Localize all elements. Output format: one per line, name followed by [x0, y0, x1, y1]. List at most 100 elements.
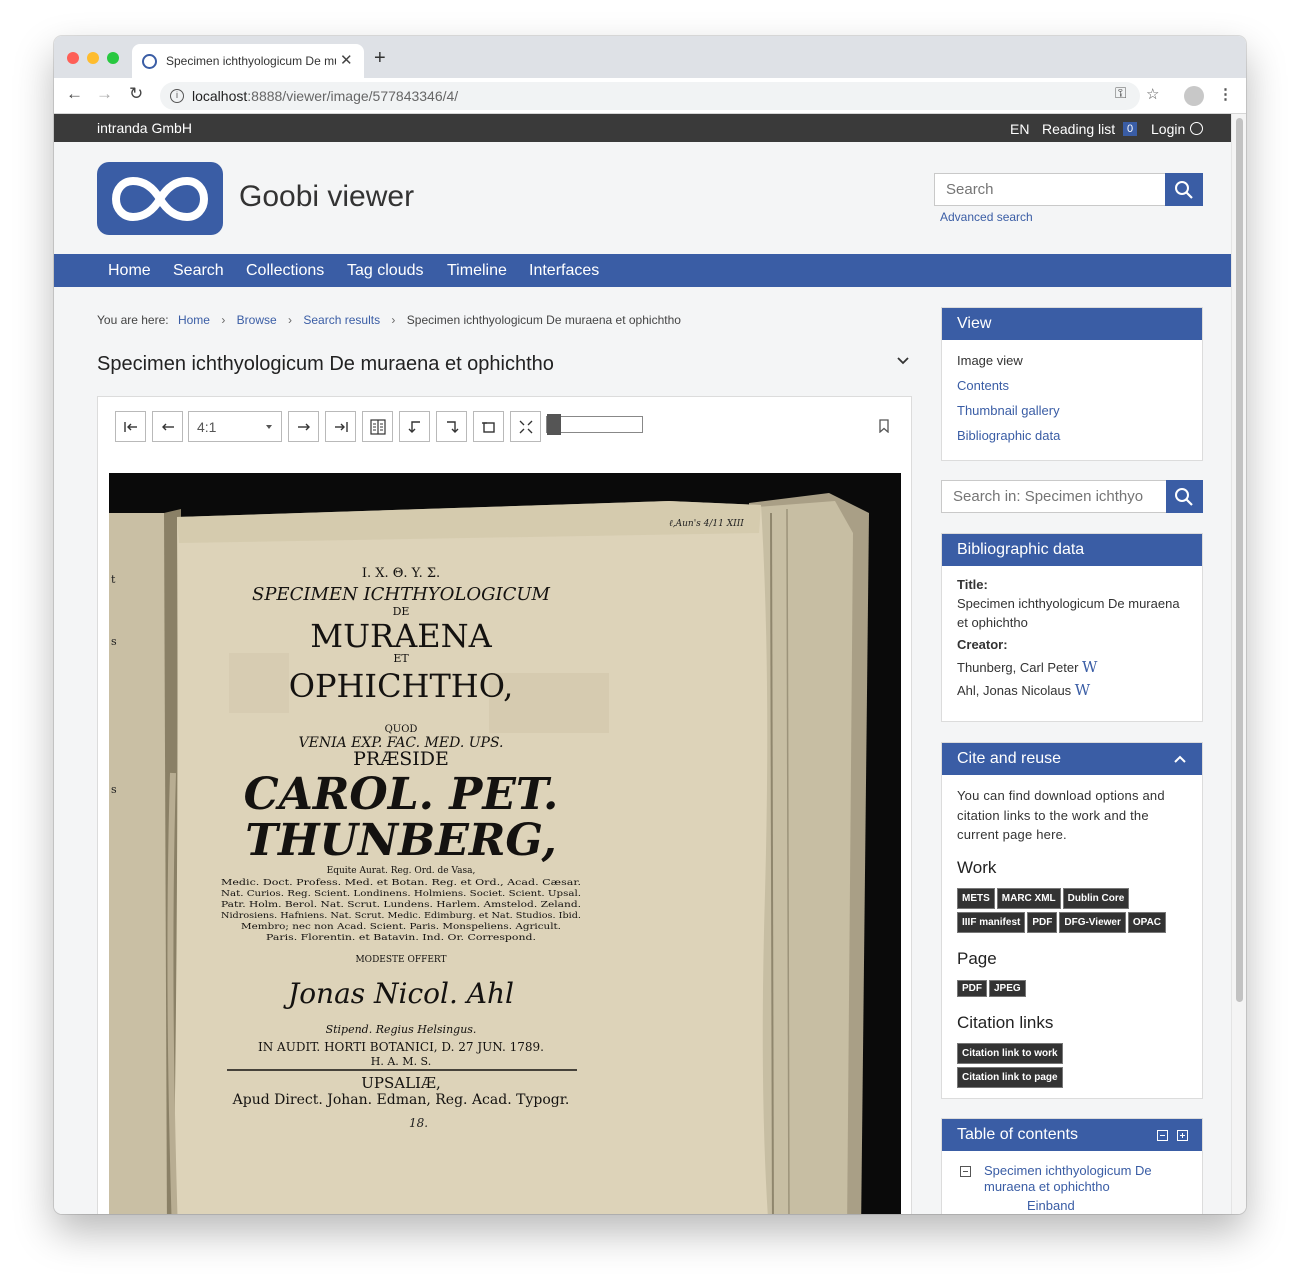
- nav-home[interactable]: Home: [108, 262, 151, 280]
- zoom-select[interactable]: 4:1: [188, 411, 282, 442]
- site-info-icon[interactable]: i: [170, 89, 184, 103]
- advanced-search-link[interactable]: Advanced search: [940, 210, 1033, 224]
- toc-collapse-icon[interactable]: [960, 1166, 971, 1177]
- view-widget-title: View: [942, 308, 1202, 340]
- zoom-slider[interactable]: [546, 414, 643, 435]
- reading-list-link[interactable]: Reading list: [1042, 121, 1115, 137]
- reset-view-button[interactable]: [473, 411, 504, 442]
- site-header: Goobi viewer Advanced search: [54, 142, 1231, 254]
- cite-reuse-widget-title[interactable]: Cite and reuse: [942, 743, 1202, 775]
- citation-link-page-tag[interactable]: Citation link to page: [957, 1066, 1063, 1088]
- tab-close-icon[interactable]: ✕: [340, 51, 353, 69]
- close-window-button[interactable]: [67, 52, 79, 64]
- scan-line-11: THUNBERG,: [245, 815, 557, 866]
- wikipedia-icon[interactable]: W: [1075, 681, 1090, 699]
- chevron-up-icon[interactable]: [1174, 755, 1186, 763]
- cite-intro-text: You can find download options and citati…: [957, 788, 1165, 842]
- site-title[interactable]: Goobi viewer: [239, 180, 414, 214]
- forward-arrow-icon[interactable]: →: [96, 84, 113, 104]
- language-switch[interactable]: EN: [1010, 121, 1029, 137]
- back-arrow-icon[interactable]: ←: [66, 84, 83, 104]
- bibliographic-widget-title: Bibliographic data: [942, 534, 1202, 566]
- bookmark-icon[interactable]: [878, 419, 890, 433]
- page-scrollbar[interactable]: [1231, 114, 1246, 1214]
- fullscreen-button[interactable]: [510, 411, 541, 442]
- next-page-button[interactable]: [288, 411, 319, 442]
- opac-tag[interactable]: OPAC: [1127, 911, 1167, 933]
- download-marcxml-tag[interactable]: MARC XML: [996, 887, 1061, 909]
- nav-timeline[interactable]: Timeline: [447, 262, 507, 280]
- nav-search[interactable]: Search: [173, 262, 224, 280]
- biblio-creator-2: Ahl, Jonas Nicolaus: [957, 683, 1072, 698]
- arrow-right-icon: [298, 423, 310, 431]
- scan-line-22: IN AUDIT. HORTI BOTANICI, D. 27 JUN. 178…: [258, 1040, 544, 1054]
- user-icon[interactable]: [1190, 122, 1203, 135]
- breadcrumb-home[interactable]: Home: [178, 313, 210, 327]
- first-page-button[interactable]: [115, 411, 146, 442]
- tab-strip: Specimen ichthyologicum De muraena et op…: [54, 36, 1246, 78]
- iiif-manifest-tag[interactable]: IIIF manifest: [957, 911, 1026, 933]
- nav-tag-clouds[interactable]: Tag clouds: [347, 262, 424, 280]
- browser-tab[interactable]: Specimen ichthyologicum De muraena et op…: [132, 44, 364, 78]
- wikipedia-icon[interactable]: W: [1082, 658, 1097, 676]
- search-button[interactable]: [1165, 173, 1203, 206]
- scan-line-2: SPECIMEN ICHTHYOLOGICUM: [252, 584, 551, 605]
- expand-all-icon[interactable]: [1177, 1130, 1188, 1141]
- reload-icon[interactable]: ↻: [129, 84, 143, 104]
- double-page-button[interactable]: [362, 411, 393, 442]
- biblio-title-label: Title:: [957, 577, 988, 592]
- citation-link-work-tag[interactable]: Citation link to work: [957, 1042, 1063, 1064]
- view-link-thumbnail-gallery[interactable]: Thumbnail gallery: [957, 398, 1187, 423]
- nav-interfaces[interactable]: Interfaces: [529, 262, 599, 280]
- login-link[interactable]: Login: [1151, 121, 1185, 137]
- address-bar[interactable]: i localhost:8888/viewer/image/577843346/…: [160, 82, 1140, 110]
- search-input[interactable]: [935, 174, 1155, 204]
- company-name: intranda GmbH: [97, 120, 192, 136]
- previous-page-button[interactable]: [152, 411, 183, 442]
- scan-line-6: OPHICHTHO,: [289, 667, 513, 705]
- rotate-left-button[interactable]: [399, 411, 430, 442]
- zoom-slider-handle[interactable]: [547, 414, 561, 435]
- bookmark-star-icon[interactable]: ☆: [1146, 85, 1159, 103]
- svg-text:t: t: [111, 573, 116, 586]
- dfg-viewer-tag[interactable]: DFG-Viewer: [1059, 911, 1126, 933]
- download-work-pdf-tag[interactable]: PDF: [1027, 911, 1058, 933]
- scrollbar-thumb[interactable]: [1236, 118, 1243, 1002]
- toc-item-title[interactable]: Specimen ichthyologicum De muraena et op…: [984, 1163, 1174, 1195]
- breadcrumb-browse[interactable]: Browse: [237, 313, 277, 327]
- collapse-all-icon[interactable]: [1157, 1130, 1168, 1141]
- key-icon[interactable]: ⚿: [1115, 85, 1126, 102]
- last-page-button[interactable]: [325, 411, 356, 442]
- toc-item-einband[interactable]: Einband: [1027, 1198, 1187, 1213]
- tab-title: Specimen ichthyologicum De muraena et op…: [166, 54, 336, 68]
- view-link-bibliographic-data[interactable]: Bibliographic data: [957, 423, 1187, 448]
- chevron-down-icon[interactable]: [896, 356, 910, 366]
- download-page-jpeg-tag[interactable]: JPEG: [989, 979, 1026, 997]
- download-mets-tag[interactable]: METS: [957, 887, 995, 909]
- nav-collections[interactable]: Collections: [246, 262, 324, 280]
- scan-line-16: Nidrosiens. Hafniens. Nat. Scrut. Medic.…: [221, 911, 581, 921]
- page-scan-image[interactable]: ℓ,Aun's 4/11 XIII I. X. Θ. Y. Σ. SPECIME…: [109, 473, 901, 1214]
- double-page-icon: [370, 419, 386, 435]
- search-in-field[interactable]: [941, 480, 1167, 513]
- profile-avatar-icon[interactable]: [1184, 86, 1204, 106]
- scan-line-1: I. X. Θ. Y. Σ.: [362, 566, 440, 581]
- search-in-input[interactable]: [942, 481, 1162, 511]
- search-in-button[interactable]: [1166, 480, 1203, 513]
- scan-line-15: Patr. Holm. Berol. Nat. Scrut. Lundens. …: [221, 900, 581, 910]
- toc-widget-title: Table of contents: [942, 1119, 1202, 1151]
- goobi-logo[interactable]: [97, 162, 223, 235]
- bibliographic-widget: Bibliographic data Title: Specimen ichth…: [941, 533, 1203, 722]
- download-dublin-core-tag[interactable]: Dublin Core: [1062, 887, 1130, 909]
- maximize-window-button[interactable]: [107, 52, 119, 64]
- rotate-right-button[interactable]: [436, 411, 467, 442]
- top-bar: intranda GmbH EN Reading list 0 Login: [54, 114, 1231, 142]
- search-field[interactable]: [934, 173, 1166, 206]
- breadcrumb-search-results[interactable]: Search results: [303, 313, 380, 327]
- browser-menu-icon[interactable]: ⋮: [1218, 85, 1233, 103]
- download-page-pdf-tag[interactable]: PDF: [957, 979, 987, 997]
- minimize-window-button[interactable]: [87, 52, 99, 64]
- view-link-contents[interactable]: Contents: [957, 373, 1187, 398]
- new-tab-icon[interactable]: +: [374, 47, 386, 70]
- toc-widget: Table of contents Specimen ichthyologicu…: [941, 1118, 1203, 1214]
